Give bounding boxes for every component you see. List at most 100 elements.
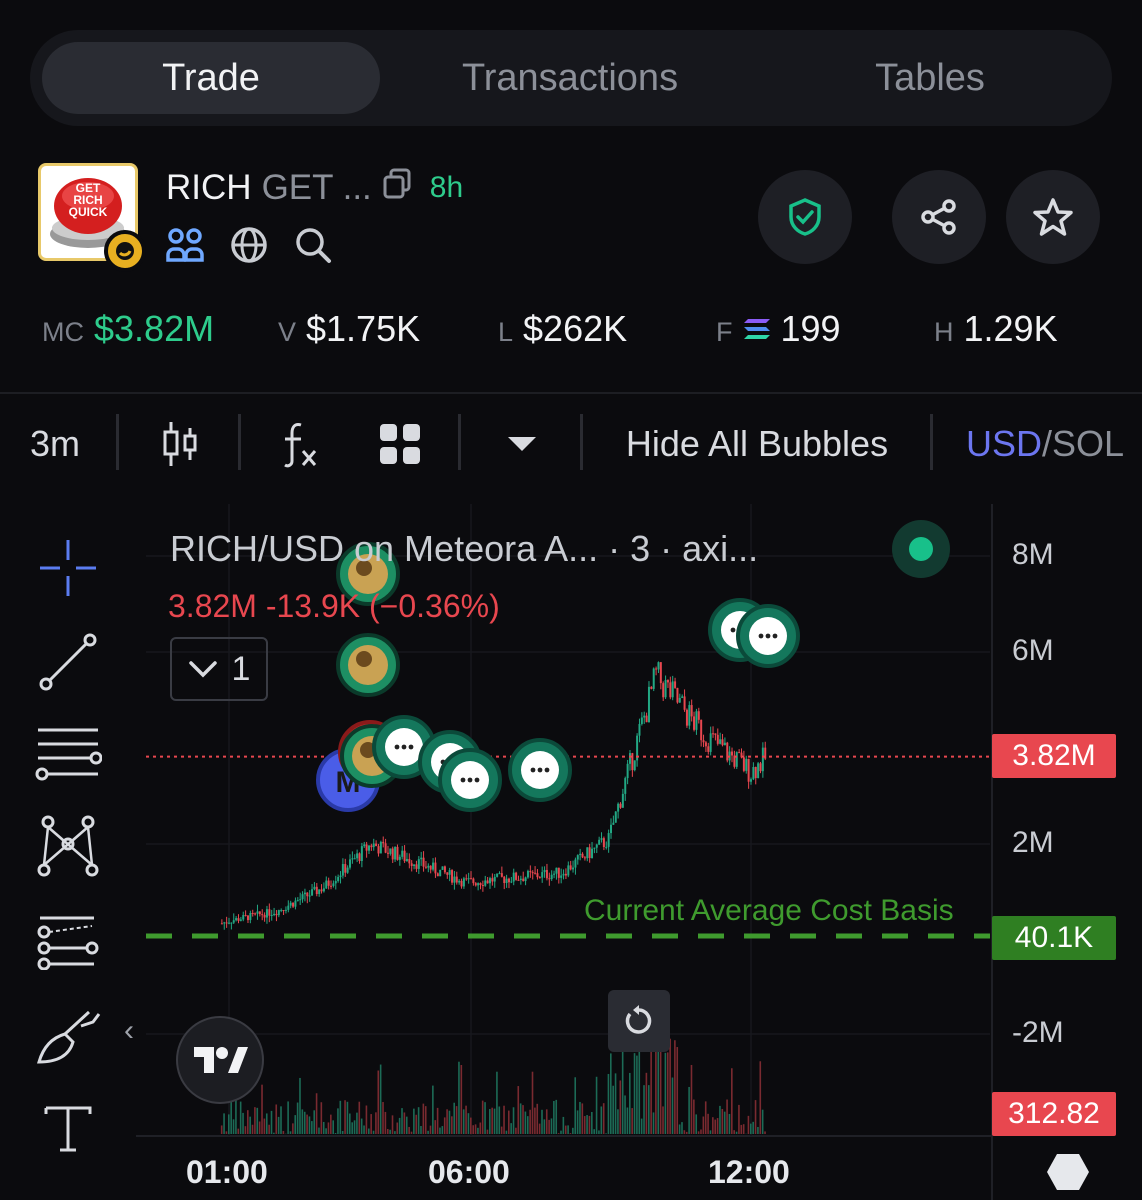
volume-bar bbox=[726, 1099, 728, 1134]
more-dropdown-button[interactable] bbox=[494, 396, 550, 492]
collapse-toolbar-chevron-icon[interactable]: ‹ bbox=[124, 1014, 134, 1048]
candle-body bbox=[443, 866, 446, 873]
volume-bar bbox=[695, 1114, 698, 1134]
volume-bar bbox=[246, 1110, 249, 1134]
chat-bubble-dot bbox=[544, 767, 550, 773]
tradingview-logo-icon[interactable] bbox=[176, 1016, 264, 1104]
volume-bar bbox=[377, 1070, 380, 1134]
candle-body bbox=[560, 875, 563, 878]
tab-transactions[interactable]: Transactions bbox=[392, 42, 748, 114]
volume-bar bbox=[704, 1101, 707, 1134]
legend-collapse-button[interactable]: 1 bbox=[170, 637, 268, 701]
volume-bar bbox=[301, 1109, 304, 1134]
volume-bar bbox=[477, 1127, 479, 1134]
tab-bar: Trade Transactions Tables bbox=[30, 30, 1112, 126]
volume-bar bbox=[420, 1125, 422, 1134]
candle-body bbox=[410, 863, 413, 867]
settings-hex-icon[interactable] bbox=[1046, 1152, 1090, 1197]
candle-body bbox=[330, 885, 333, 887]
volume-bar bbox=[671, 1077, 674, 1134]
hide-bubbles-button[interactable]: Hide All Bubbles bbox=[612, 396, 902, 492]
volume-bar bbox=[553, 1100, 555, 1134]
share-icon bbox=[921, 199, 956, 235]
volume-bar bbox=[239, 1101, 242, 1134]
volume-bar bbox=[757, 1126, 759, 1134]
volume-bar bbox=[764, 1131, 766, 1134]
token-name: GET ... bbox=[261, 168, 372, 207]
volume-bar bbox=[311, 1121, 313, 1134]
volume-bar bbox=[655, 1048, 657, 1134]
tab-trade[interactable]: Trade bbox=[42, 42, 380, 114]
rotate-reset-icon bbox=[625, 1005, 652, 1034]
candle-body bbox=[432, 862, 435, 870]
candle-body bbox=[659, 662, 662, 684]
candle-body bbox=[526, 870, 529, 878]
candle-body bbox=[396, 846, 399, 860]
copy-icon[interactable] bbox=[382, 168, 412, 209]
volume-bar bbox=[493, 1108, 496, 1134]
candle-body bbox=[460, 880, 463, 887]
volume-bar bbox=[650, 1047, 652, 1134]
candle-body bbox=[671, 681, 674, 698]
community-icon[interactable] bbox=[166, 227, 204, 268]
candle-body bbox=[349, 859, 352, 868]
volume-bar bbox=[716, 1118, 719, 1134]
candle-body bbox=[372, 843, 375, 848]
volume-bar bbox=[560, 1130, 562, 1134]
candle-body bbox=[757, 763, 760, 779]
chat-bubble-dot bbox=[394, 744, 400, 750]
volume-bar bbox=[522, 1105, 524, 1134]
volume-bar bbox=[631, 1108, 633, 1134]
candle-body bbox=[666, 680, 669, 683]
token-links bbox=[166, 226, 332, 269]
website-globe-icon[interactable] bbox=[230, 226, 268, 269]
candle-body bbox=[384, 843, 387, 853]
trade-bubbles[interactable]: M bbox=[316, 542, 800, 812]
candle-body bbox=[510, 881, 513, 883]
price-axis-tick: 8M bbox=[1012, 538, 1054, 571]
search-icon[interactable] bbox=[294, 226, 332, 269]
candle-body bbox=[239, 919, 242, 921]
volume-bar bbox=[296, 1102, 299, 1134]
candle-body bbox=[427, 865, 430, 868]
candle-body bbox=[311, 889, 314, 896]
volume-bar bbox=[628, 1072, 631, 1134]
volume-bar bbox=[225, 1131, 228, 1134]
candle-body bbox=[581, 853, 584, 858]
volume-bar bbox=[223, 1113, 225, 1134]
volume-bar bbox=[263, 1118, 266, 1134]
volume-bar bbox=[640, 1118, 643, 1134]
stat-holders: H 1.29K bbox=[934, 308, 1058, 350]
candle-body bbox=[619, 803, 622, 808]
volume-bar bbox=[674, 1040, 676, 1134]
reset-chart-button[interactable] bbox=[608, 990, 670, 1052]
indicators-button[interactable] bbox=[272, 396, 330, 492]
volume-bar bbox=[415, 1114, 418, 1134]
interval-selector[interactable]: 3m bbox=[20, 396, 90, 492]
volume-bar bbox=[564, 1125, 567, 1134]
candle-body bbox=[524, 877, 527, 882]
tab-tables[interactable]: Tables bbox=[760, 42, 1100, 114]
volume-bar bbox=[427, 1130, 429, 1134]
solana-icon bbox=[743, 308, 771, 350]
volume-bar bbox=[436, 1107, 439, 1134]
security-check-button[interactable] bbox=[758, 170, 852, 264]
share-button[interactable] bbox=[892, 170, 986, 264]
volume-bar bbox=[254, 1107, 256, 1134]
candle-body bbox=[341, 864, 344, 876]
candle-body bbox=[382, 841, 385, 844]
volume-bar bbox=[510, 1123, 512, 1134]
currency-usd: USD bbox=[966, 423, 1043, 464]
volume-bar bbox=[605, 1133, 607, 1134]
candle-body bbox=[657, 662, 660, 670]
candle-body bbox=[534, 872, 537, 874]
volume-bar bbox=[470, 1117, 472, 1134]
currency-toggle[interactable]: USD / SOL bbox=[966, 396, 1142, 492]
candle-body bbox=[545, 869, 548, 879]
layout-grid-button[interactable] bbox=[370, 396, 430, 492]
favorite-button[interactable] bbox=[1006, 170, 1100, 264]
candle-type-button[interactable] bbox=[150, 396, 210, 492]
volume-bar bbox=[562, 1116, 565, 1134]
candle-body bbox=[429, 865, 432, 870]
volume-bar bbox=[370, 1114, 372, 1134]
